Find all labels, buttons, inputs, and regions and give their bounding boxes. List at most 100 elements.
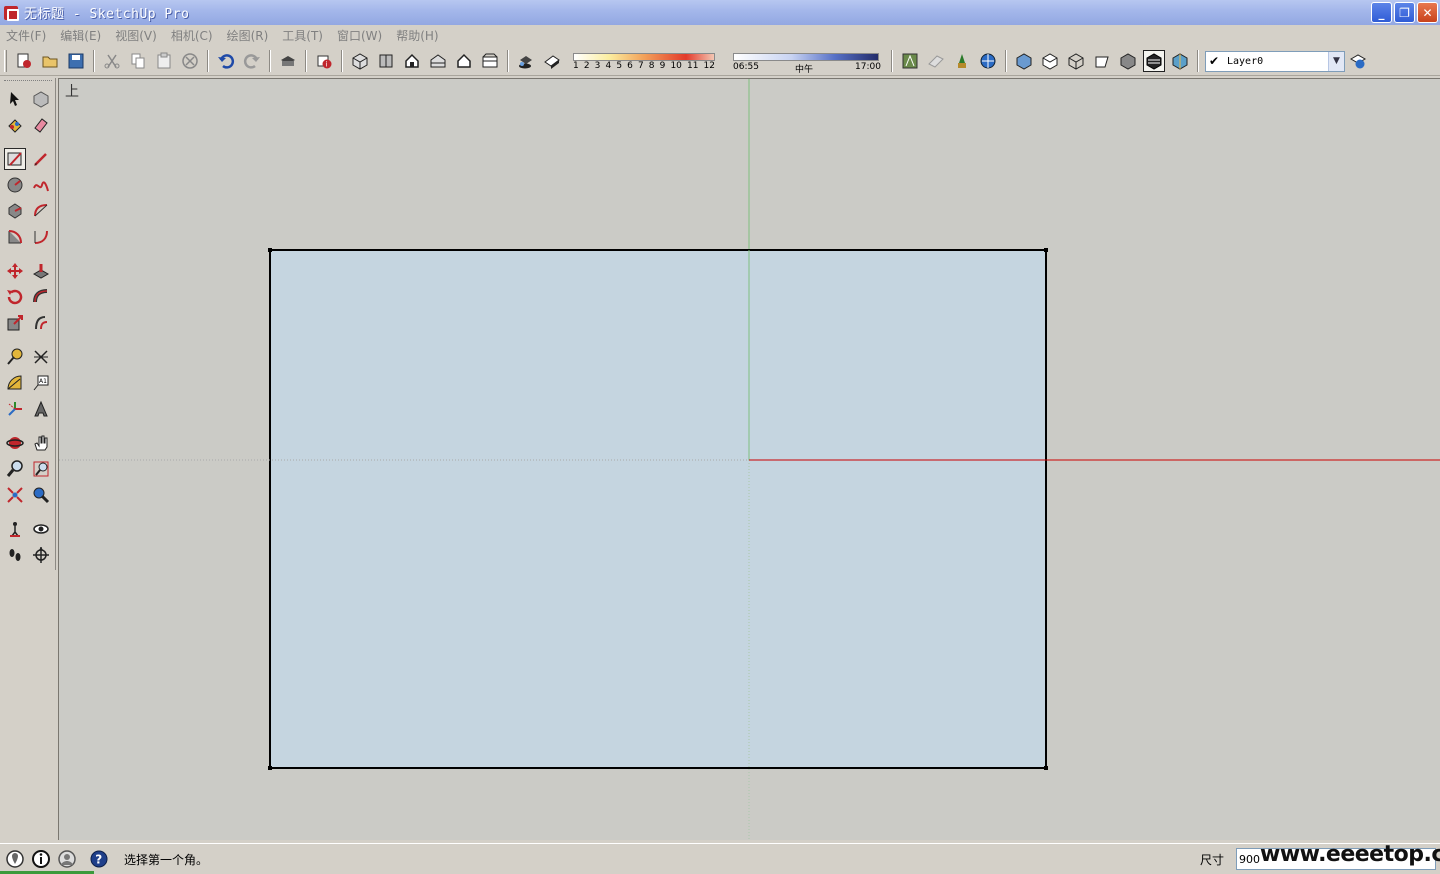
open-folder-icon[interactable] (39, 50, 61, 72)
zoom-extents-icon[interactable] (4, 484, 26, 506)
iso-view-icon[interactable] (349, 50, 371, 72)
credits-icon[interactable] (30, 848, 52, 870)
zoom-window-icon[interactable] (30, 458, 52, 480)
make-component-icon[interactable] (30, 88, 52, 110)
line-pencil-icon[interactable] (30, 148, 52, 170)
corner-endpoint[interactable] (1044, 248, 1048, 252)
help-icon[interactable]: ? (88, 848, 110, 870)
move-tool-icon[interactable] (4, 260, 26, 282)
top-view-icon[interactable] (375, 50, 397, 72)
axes-tool-icon[interactable] (4, 398, 26, 420)
three-point-arc-icon[interactable] (30, 226, 52, 248)
right-view-icon[interactable] (427, 50, 449, 72)
rotate-tool-icon[interactable] (4, 286, 26, 308)
redo-icon[interactable] (241, 50, 263, 72)
shaded-textures-style-icon[interactable] (1143, 50, 1165, 72)
hidden-line-style-icon[interactable] (1091, 50, 1113, 72)
corner-endpoint[interactable] (1044, 766, 1048, 770)
toolbar-separator (341, 50, 343, 72)
minimize-button[interactable]: _ (1371, 2, 1392, 23)
erase-icon[interactable] (179, 50, 201, 72)
rectangle-face[interactable] (269, 249, 1047, 769)
modeling-viewport[interactable]: 上 (58, 78, 1440, 840)
month-tick: 11 (687, 61, 699, 71)
shadow-month-slider[interactable]: 1 2 3 4 5 6 7 8 9 10 11 12 (571, 49, 719, 73)
copy-icon[interactable] (127, 50, 149, 72)
toolbar-separator (207, 50, 209, 72)
scene-canvas[interactable] (59, 79, 1440, 840)
save-icon[interactable] (65, 50, 87, 72)
corner-endpoint[interactable] (268, 766, 272, 770)
new-file-icon[interactable] (13, 50, 35, 72)
circle-tool-icon[interactable] (4, 174, 26, 196)
3d-warehouse-icon[interactable] (977, 50, 999, 72)
push-pull-icon[interactable] (30, 260, 52, 282)
shadow-toggle-icon[interactable] (515, 50, 537, 72)
measurements-label: 尺寸 (1200, 853, 1225, 867)
section-plane-icon[interactable] (30, 544, 52, 566)
month-gradient-bar[interactable] (573, 53, 715, 61)
palette-grip[interactable] (4, 80, 52, 83)
menu-edit[interactable]: 编辑(E) (60, 27, 101, 44)
paint-bucket-icon[interactable] (4, 114, 26, 136)
follow-me-icon[interactable] (30, 286, 52, 308)
close-button[interactable]: ✕ (1417, 2, 1438, 23)
menu-tools[interactable]: 工具(T) (282, 27, 323, 44)
offset-tool-icon[interactable] (30, 312, 52, 334)
monochrome-style-icon[interactable] (1169, 50, 1191, 72)
restore-button[interactable]: ❐ (1394, 2, 1415, 23)
text-tool-icon[interactable]: A1 (30, 372, 52, 394)
menu-view[interactable]: 视图(V) (115, 27, 157, 44)
pan-hand-icon[interactable] (30, 432, 52, 454)
select-arrow-icon[interactable] (4, 88, 26, 110)
paste-icon[interactable] (153, 50, 175, 72)
components-icon[interactable] (899, 50, 921, 72)
polygon-tool-icon[interactable] (4, 200, 26, 222)
look-around-icon[interactable] (30, 518, 52, 540)
tape-measure-icon[interactable] (4, 346, 26, 368)
position-camera-icon[interactable] (4, 518, 26, 540)
model-info-icon[interactable]: i (313, 50, 335, 72)
user-icon[interactable] (56, 848, 78, 870)
shaded-style-icon[interactable] (1117, 50, 1139, 72)
cut-icon[interactable] (101, 50, 123, 72)
scale-tool-icon[interactable] (4, 312, 26, 334)
chevron-down-icon[interactable]: ▼ (1328, 51, 1344, 71)
menu-camera[interactable]: 相机(C) (171, 27, 213, 44)
protractor-icon[interactable] (4, 372, 26, 394)
xray-style-icon[interactable] (1013, 50, 1035, 72)
zoom-tool-icon[interactable] (4, 458, 26, 480)
geo-location-icon[interactable] (4, 848, 26, 870)
arc-tool-icon[interactable] (30, 200, 52, 222)
corner-endpoint[interactable] (268, 248, 272, 252)
walk-footprints-icon[interactable] (4, 544, 26, 566)
layer-dropdown[interactable]: ✔ Layer0 ▼ (1205, 50, 1345, 72)
layer-manager-icon[interactable] (1347, 50, 1369, 72)
back-view-icon[interactable] (453, 50, 475, 72)
front-view-icon[interactable] (401, 50, 423, 72)
eraser-icon[interactable] (30, 114, 52, 136)
left-view-icon[interactable] (479, 50, 501, 72)
rectangle-tool-icon[interactable] (4, 148, 26, 170)
back-edges-style-icon[interactable] (1039, 50, 1061, 72)
dimension-tool-icon[interactable] (30, 346, 52, 368)
toolbar-separator (891, 50, 893, 72)
freehand-tool-icon[interactable] (30, 174, 52, 196)
print-icon[interactable] (277, 50, 299, 72)
materials-icon[interactable] (925, 50, 947, 72)
shadow-time-slider[interactable]: 06:55 中午 17:00 (731, 49, 881, 75)
menu-help[interactable]: 帮助(H) (396, 27, 438, 44)
menu-file[interactable]: 文件(F) (6, 27, 46, 44)
menu-draw[interactable]: 绘图(R) (227, 27, 269, 44)
3d-text-icon[interactable] (30, 398, 52, 420)
pie-tool-icon[interactable] (4, 226, 26, 248)
dynamic-component-icon[interactable] (951, 50, 973, 72)
menu-window[interactable]: 窗口(W) (337, 27, 382, 44)
wireframe-style-icon[interactable] (1065, 50, 1087, 72)
toolbar-grip[interactable] (4, 50, 7, 72)
previous-view-icon[interactable] (30, 484, 52, 506)
time-gradient-bar[interactable] (733, 53, 879, 61)
orbit-tool-icon[interactable] (4, 432, 26, 454)
fog-toggle-icon[interactable] (541, 50, 563, 72)
undo-icon[interactable] (215, 50, 237, 72)
